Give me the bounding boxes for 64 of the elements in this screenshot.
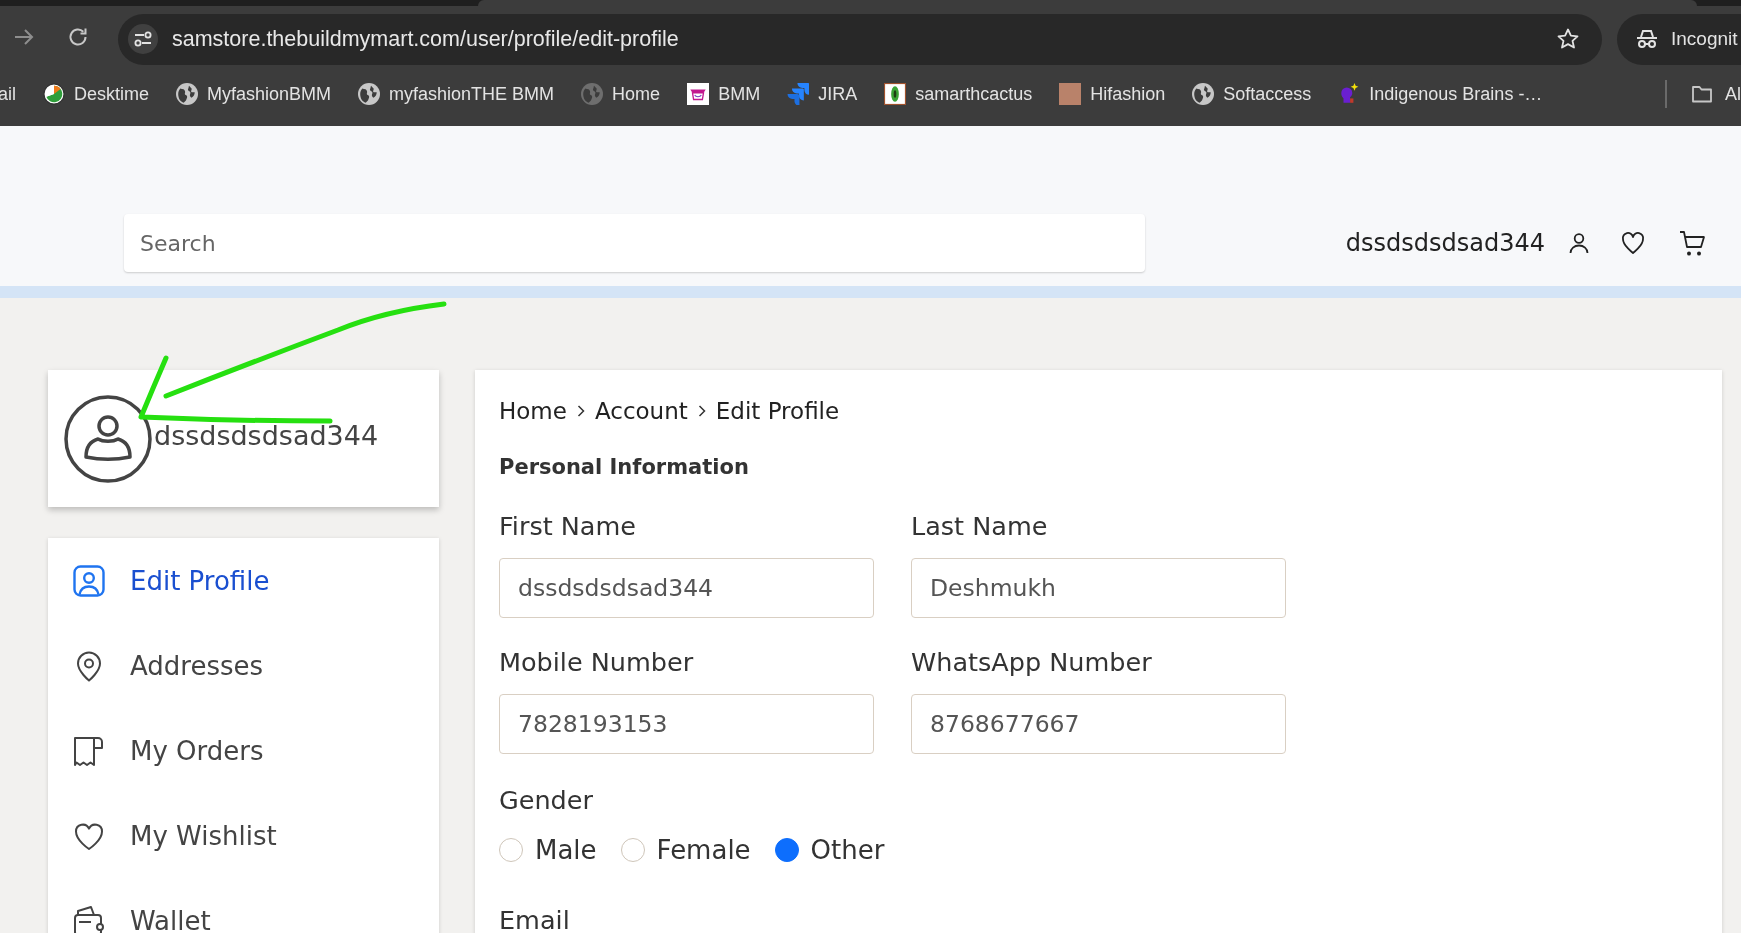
input-field[interactable]: 7828193153: [499, 694, 874, 754]
site-settings-icon[interactable]: [128, 24, 158, 54]
field-label: Last Name: [911, 510, 1049, 542]
folder-icon: [1691, 83, 1713, 105]
bookmark-item[interactable]: samarthcactus: [884, 83, 1033, 105]
menu-item[interactable]: Wallet: [48, 878, 439, 933]
reload-icon[interactable]: [67, 26, 89, 48]
globe-icon: [581, 83, 604, 105]
globe-icon: [1192, 83, 1215, 105]
chevrons-icon: [787, 83, 810, 105]
search-field[interactable]: Search: [124, 214, 1145, 272]
breadcrumb-current: Edit Profile: [715, 398, 840, 424]
field-label: Gender: [499, 784, 594, 816]
avatar-icon: [64, 394, 152, 483]
radio-button[interactable]: [774, 838, 799, 862]
globe-icon: [176, 83, 199, 105]
field-label: Mobile Number: [499, 646, 695, 678]
field-label: First Name: [499, 510, 637, 542]
receipt-icon: [73, 734, 105, 767]
photo-placeholder-icon: [1059, 83, 1082, 105]
bookmark-item[interactable]: BMM: [687, 83, 761, 105]
bookmark-item[interactable]: Desktime: [43, 83, 150, 105]
url-text: samstore.thebuildmymart.com/user/profile/edit-profile: [172, 26, 679, 52]
bookmark-item[interactable]: myfashionTHE BMM: [358, 83, 555, 105]
input-field[interactable]: Deshmukh: [911, 558, 1286, 618]
basket-icon: [687, 83, 710, 105]
profile-button[interactable]: Incognit: [1617, 13, 1741, 65]
profile-icon: [73, 564, 105, 597]
input-field[interactable]: 8768677667: [911, 694, 1286, 754]
bookmark-item[interactable]: MyfashionBMM: [176, 83, 332, 105]
radio-button[interactable]: [499, 838, 523, 862]
breadcrumb-link[interactable]: Home: [499, 398, 567, 424]
star-icon[interactable]: [1556, 27, 1580, 51]
bookmark-item[interactable]: JIRA: [787, 83, 858, 105]
field-label: Email: [499, 904, 571, 933]
user-icon[interactable]: [1567, 231, 1591, 255]
all-bookmarks-button[interactable]: Al: [1691, 83, 1741, 105]
breadcrumb-link[interactable]: Account: [594, 398, 688, 424]
bookmark-item[interactable]: Softaccess: [1192, 83, 1312, 105]
bookmark-item[interactable]: Home: [581, 83, 661, 105]
input-field[interactable]: dssdsdsdsad344: [499, 558, 874, 618]
username-text: dssdsdsdsad344: [1345, 229, 1545, 257]
option-label[interactable]: Other: [810, 835, 885, 865]
field-label: WhatsApp Number: [911, 646, 1153, 678]
menu-item[interactable]: Addresses: [48, 623, 439, 708]
profile-name: dssdsdsdsad344: [154, 420, 379, 451]
cart-icon[interactable]: [1679, 229, 1706, 257]
heart-icon[interactable]: [1621, 231, 1645, 255]
address-bar[interactable]: samstore.thebuildmymart.com/user/profile/edit-profile: [118, 13, 1602, 65]
bookmark-item[interactable]: Hifashion: [1059, 83, 1166, 105]
option-label[interactable]: Male: [535, 835, 597, 865]
section-title: Personal Information: [499, 454, 750, 481]
chevron-icon: [576, 405, 585, 417]
bookmark-item[interactable]: Indigenous Brains -…: [1338, 83, 1543, 105]
globe-icon: [358, 83, 381, 105]
menu-item[interactable]: My Wishlist: [48, 793, 439, 878]
clock-icon: [43, 83, 65, 105]
radio-button[interactable]: [620, 838, 645, 862]
chevron-icon: [697, 405, 706, 417]
incognito-icon: [1635, 27, 1659, 51]
menu-item[interactable]: Edit Profile: [48, 538, 439, 623]
leaf-icon: [884, 83, 907, 105]
option-label[interactable]: Female: [656, 835, 751, 865]
menu-item[interactable]: My Orders: [48, 708, 439, 793]
